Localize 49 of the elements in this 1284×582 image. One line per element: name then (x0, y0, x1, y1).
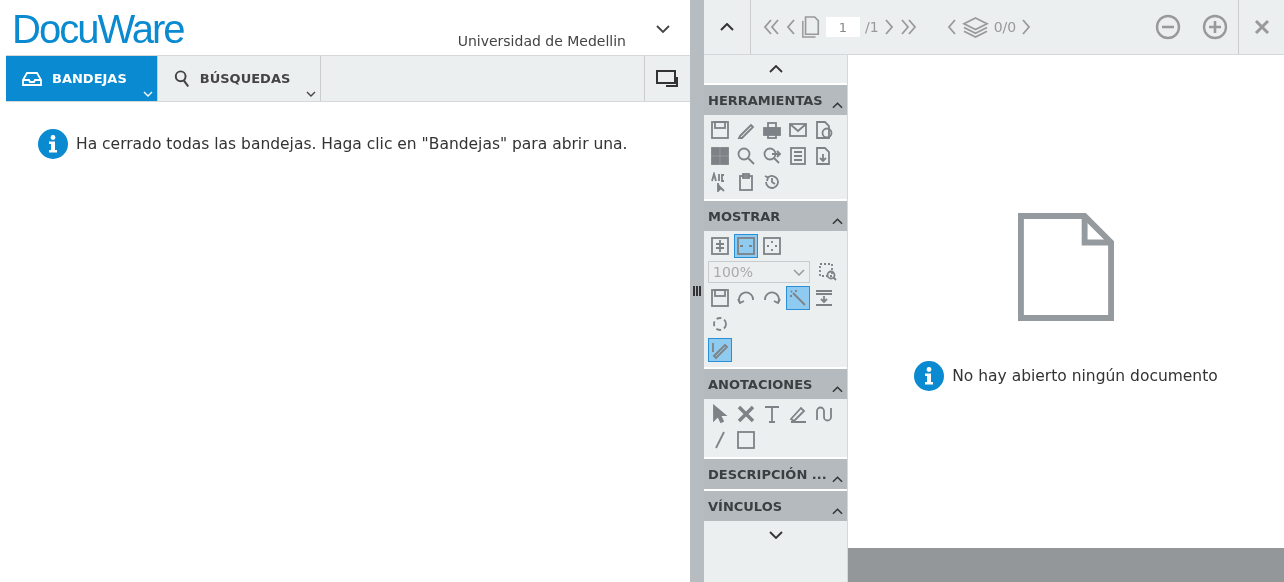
save-icon[interactable] (708, 118, 732, 142)
info-message: Ha cerrado todas las bandejas. Haga clic en "Bandejas" para abrir una. (76, 135, 628, 153)
close-icon[interactable] (1253, 19, 1270, 35)
chevron-up-icon[interactable] (832, 386, 843, 393)
chevron-up-icon[interactable] (832, 476, 843, 483)
next-layer-icon[interactable] (1021, 19, 1032, 35)
chevron-up-icon[interactable] (832, 218, 843, 225)
edit-icon[interactable] (708, 338, 732, 362)
previous-layer-icon[interactable] (946, 19, 957, 35)
wand-icon[interactable] (786, 286, 810, 310)
tab[interactable]: BANDEJAS (6, 56, 158, 101)
info-icon (914, 361, 945, 391)
layer-count: 0/0 (993, 19, 1017, 35)
fit-width-icon[interactable] (734, 234, 758, 258)
section-header[interactable]: VÍNCULOS (704, 489, 847, 521)
page-number-field[interactable]: 1 (826, 17, 860, 37)
last-page-icon[interactable] (898, 19, 917, 35)
first-page-icon[interactable] (763, 19, 781, 35)
section-header[interactable]: DESCRIPCIÓN ... (704, 457, 847, 489)
chevron-down-icon[interactable] (656, 25, 670, 33)
previous-page-icon[interactable] (786, 19, 796, 35)
document-icon (1018, 213, 1114, 321)
info-icon (38, 129, 68, 159)
grid-icon[interactable] (708, 144, 732, 168)
chevron-up-icon[interactable] (832, 508, 843, 515)
section-header[interactable]: HERRAMIENTAS (704, 83, 847, 115)
organization-name: Universidad de Medellin (457, 33, 626, 51)
chevron-down-icon[interactable] (768, 531, 783, 539)
layers-icon (961, 15, 989, 39)
page-total: /1 (865, 19, 879, 35)
chevron-up-icon[interactable] (832, 102, 843, 109)
zoom-in-icon[interactable] (1201, 14, 1228, 40)
chevron-up-icon[interactable] (768, 65, 783, 73)
chevron-down-icon[interactable] (306, 91, 317, 97)
logo: DocuWare (12, 9, 184, 53)
inbox-icon (22, 71, 42, 86)
section-header[interactable]: ANOTACIONES (704, 367, 847, 399)
fit-height-icon[interactable] (708, 234, 732, 258)
pages-icon (801, 15, 821, 39)
section-header[interactable]: MOSTRAR (704, 199, 847, 231)
chevron-up-icon[interactable] (720, 23, 734, 31)
fit-page-icon[interactable] (760, 234, 784, 258)
rect-icon[interactable] (734, 428, 758, 452)
save-icon[interactable] (708, 286, 732, 310)
info-message: No hay abierto ningún documento (952, 367, 1218, 385)
search-icon (173, 69, 190, 88)
next-page-icon[interactable] (883, 19, 894, 35)
zoom-out-icon[interactable] (1154, 14, 1181, 40)
windows-icon[interactable] (655, 68, 680, 89)
